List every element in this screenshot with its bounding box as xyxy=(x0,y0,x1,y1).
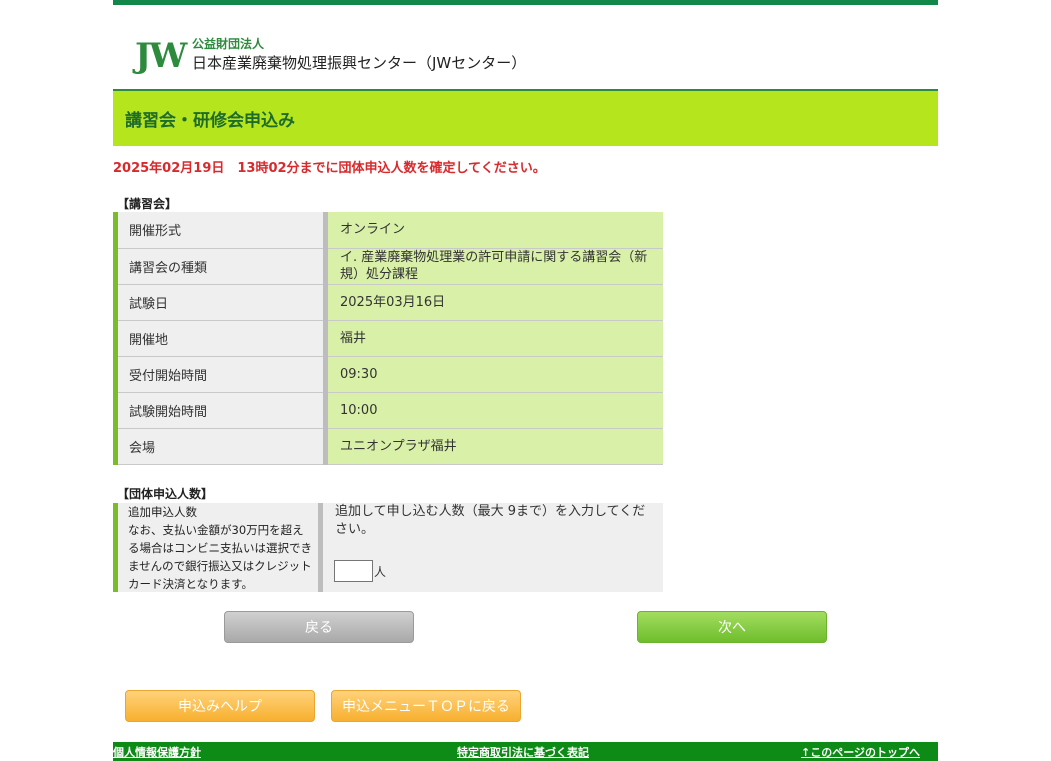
table-row: 試験開始時間 10:00 xyxy=(113,392,663,429)
table-row: 会場 ユニオンプラザ福井 xyxy=(113,428,663,465)
group-count-form: 追加申込人数 なお、支払い金額が30万円を超える場合はコンビニ支払いは選択できま… xyxy=(113,503,663,592)
group-count-title: 追加申込人数 xyxy=(128,505,197,519)
logo[interactable]: JW 公益財団法人 日本産業廃棄物処理振興センター（JWセンター） xyxy=(135,36,535,80)
row-label-exam-start-time: 試験開始時間 xyxy=(113,392,328,429)
group-count-note: なお、支払い金額が30万円を超える場合はコンビニ支払いは選択できませんので銀行振… xyxy=(128,523,312,591)
back-button[interactable]: 戻る xyxy=(224,611,414,643)
footer: 個人情報保護方針 特定商取引法に基づく表記 ↑このページのトップへ xyxy=(113,742,938,761)
privacy-policy-link[interactable]: 個人情報保護方針 xyxy=(113,744,201,760)
count-unit-label: 人 xyxy=(374,565,387,579)
row-label-reception-time: 受付開始時間 xyxy=(113,356,328,393)
table-row: 開催地 福井 xyxy=(113,320,663,357)
row-value-exam-date: 2025年03月16日 xyxy=(325,284,663,321)
table-row: 試験日 2025年03月16日 xyxy=(113,284,663,321)
menu-top-button[interactable]: 申込メニューＴＯＰに戻る xyxy=(331,690,521,722)
logo-mark: JW xyxy=(135,36,187,76)
page-container: JW 公益財団法人 日本産業廃棄物処理振興センター（JWセンター） 講習会・研修… xyxy=(113,0,938,761)
commerce-law-link[interactable]: 特定商取引法に基づく表記 xyxy=(457,744,589,760)
table-row: 開催形式 オンライン xyxy=(113,212,663,249)
additional-count-input[interactable] xyxy=(334,560,373,582)
group-section-label: 【団体申込人数】 xyxy=(117,487,214,501)
table-row: 講習会の種類 イ. 産業廃棄物処理業の許可申請に関する講習会（新規）処分課程 xyxy=(113,248,663,285)
row-value-course-type: イ. 産業廃棄物処理業の許可申請に関する講習会（新規）処分課程 xyxy=(325,248,663,285)
row-value-location: 福井 xyxy=(325,320,663,357)
top-accent-bar xyxy=(113,0,938,5)
row-value-venue: ユニオンプラザ福井 xyxy=(325,428,663,465)
group-count-label: 追加申込人数 なお、支払い金額が30万円を超える場合はコンビニ支払いは選択できま… xyxy=(113,503,323,592)
next-button[interactable]: 次へ xyxy=(637,611,827,643)
page-title: 講習会・研修会申込み xyxy=(125,111,295,131)
course-section-label: 【講習会】 xyxy=(117,197,178,211)
page-top-link[interactable]: ↑このページのトップへ xyxy=(801,744,920,760)
row-label-location: 開催地 xyxy=(113,320,328,357)
group-count-instruction: 追加して申し込む人数（最大 9まで）を入力してください。 xyxy=(335,504,646,537)
help-button[interactable]: 申込みヘルプ xyxy=(125,690,315,722)
logo-org-name: 日本産業廃棄物処理振興センター（JWセンター） xyxy=(192,54,527,72)
row-label-venue: 会場 xyxy=(113,428,328,465)
row-value-reception-time: 09:30 xyxy=(325,356,663,393)
row-value-exam-start-time: 10:00 xyxy=(325,392,663,429)
deadline-notice: 2025年02月19日 13時02分までに団体申込人数を確定してください。 xyxy=(113,161,546,176)
table-row: 受付開始時間 09:30 xyxy=(113,356,663,393)
row-label-format: 開催形式 xyxy=(113,212,328,249)
course-info-table: 開催形式 オンライン 講習会の種類 イ. 産業廃棄物処理業の許可申請に関する講習… xyxy=(113,212,663,465)
title-bar: 講習会・研修会申込み xyxy=(113,91,938,146)
group-count-value-cell: 追加して申し込む人数（最大 9まで）を入力してください。 人 xyxy=(323,503,663,592)
row-value-format: オンライン xyxy=(325,212,663,249)
logo-org-type: 公益財団法人 xyxy=(192,37,265,51)
row-label-exam-date: 試験日 xyxy=(113,284,328,321)
row-label-course-type: 講習会の種類 xyxy=(113,248,328,285)
